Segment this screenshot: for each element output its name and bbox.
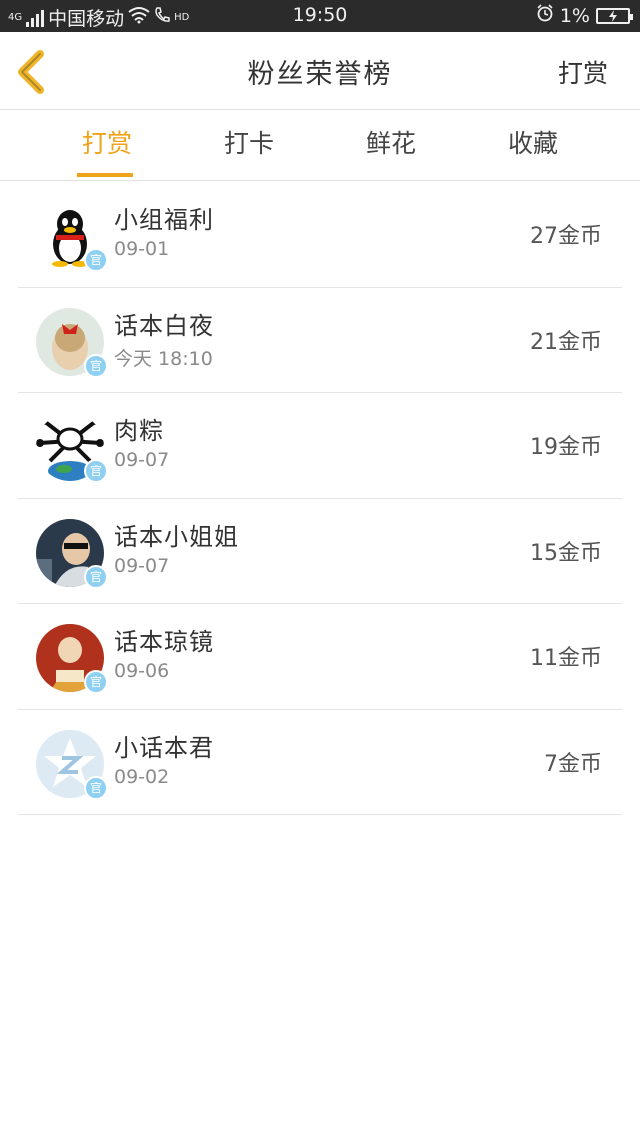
fan-time: 09-02 [114, 765, 170, 788]
back-button[interactable] [14, 50, 54, 94]
page-title: 粉丝荣誉榜 [247, 59, 393, 90]
reward-amount: 21金币 [530, 329, 602, 355]
fan-name: 话本白夜 [114, 311, 214, 340]
reward-amount: 19金币 [530, 435, 602, 460]
list-item[interactable]: 官 话本小姐姐 09-07 15金币 [18, 499, 622, 604]
official-badge: 官 [84, 775, 108, 800]
fan-time: 09-06 [114, 660, 170, 682]
tab-checkin[interactable]: 打卡 [189, 110, 309, 181]
official-badge: 官 [84, 353, 108, 378]
fan-time: 09-07 [114, 449, 170, 471]
tab-favorites[interactable]: 收藏 [473, 110, 593, 181]
list-item[interactable]: 官 肉粽 09-07 19金币 [18, 393, 622, 499]
reward-amount: 15金币 [530, 540, 602, 566]
tab-label: 鲜花 [365, 129, 416, 158]
official-badge: 官 [84, 248, 108, 272]
battery-percent: 1% [559, 4, 590, 27]
avatar: 官 [36, 413, 108, 483]
fan-name: 肉粽 [114, 417, 164, 445]
fan-name: 小组福利 [114, 206, 214, 234]
tab-flowers[interactable]: 鲜花 [331, 110, 451, 181]
avatar: 官 [36, 202, 108, 272]
fan-name: 小话本君 [114, 733, 214, 762]
avatar: 官 [36, 518, 108, 589]
official-badge: 官 [84, 670, 108, 694]
reward-amount: 11金币 [530, 646, 602, 671]
chevron-left-icon [18, 50, 44, 94]
tab-label: 打赏 [81, 129, 132, 158]
avatar: 官 [36, 624, 108, 694]
nav-bar: 粉丝荣誉榜 打赏 [0, 32, 640, 110]
list-item[interactable]: 官 话本琼镜 09-06 11金币 [18, 604, 622, 710]
fan-name: 话本琼镜 [114, 628, 214, 656]
avatar: 官 [36, 729, 108, 800]
tab-bar: 打赏 打卡 鲜花 收藏 [0, 110, 640, 181]
list-item[interactable]: 官 话本白夜 今天 18:10 21金币 [18, 288, 622, 393]
avatar: 官 [36, 307, 108, 378]
tab-label: 打卡 [223, 129, 274, 158]
active-tab-indicator [77, 173, 133, 177]
fan-time: 09-01 [114, 238, 170, 260]
list-item[interactable]: 官 小话本君 09-02 7金币 [18, 710, 622, 815]
battery-icon [596, 7, 633, 24]
fan-time: 今天 18:10 [114, 347, 213, 370]
tab-reward[interactable]: 打赏 [47, 110, 167, 181]
status-bar: 4G 中国移动 HD 19:50 1% [0, 0, 640, 32]
tab-label: 收藏 [507, 129, 558, 158]
fan-ranking-list: 官 小组福利 09-01 27金币 官 话本白夜 今天 18:10 21金币 官… [0, 182, 640, 815]
fan-time: 09-07 [114, 554, 170, 577]
list-item[interactable]: 官 小组福利 09-01 27金币 [18, 182, 622, 288]
official-badge: 官 [84, 564, 108, 589]
official-badge: 官 [84, 459, 108, 483]
alarm-icon [536, 4, 554, 27]
fan-name: 话本小姐姐 [114, 522, 239, 551]
reward-amount: 27金币 [530, 224, 602, 249]
reward-amount: 7金币 [544, 751, 602, 777]
reward-button[interactable]: 打赏 [558, 54, 608, 90]
